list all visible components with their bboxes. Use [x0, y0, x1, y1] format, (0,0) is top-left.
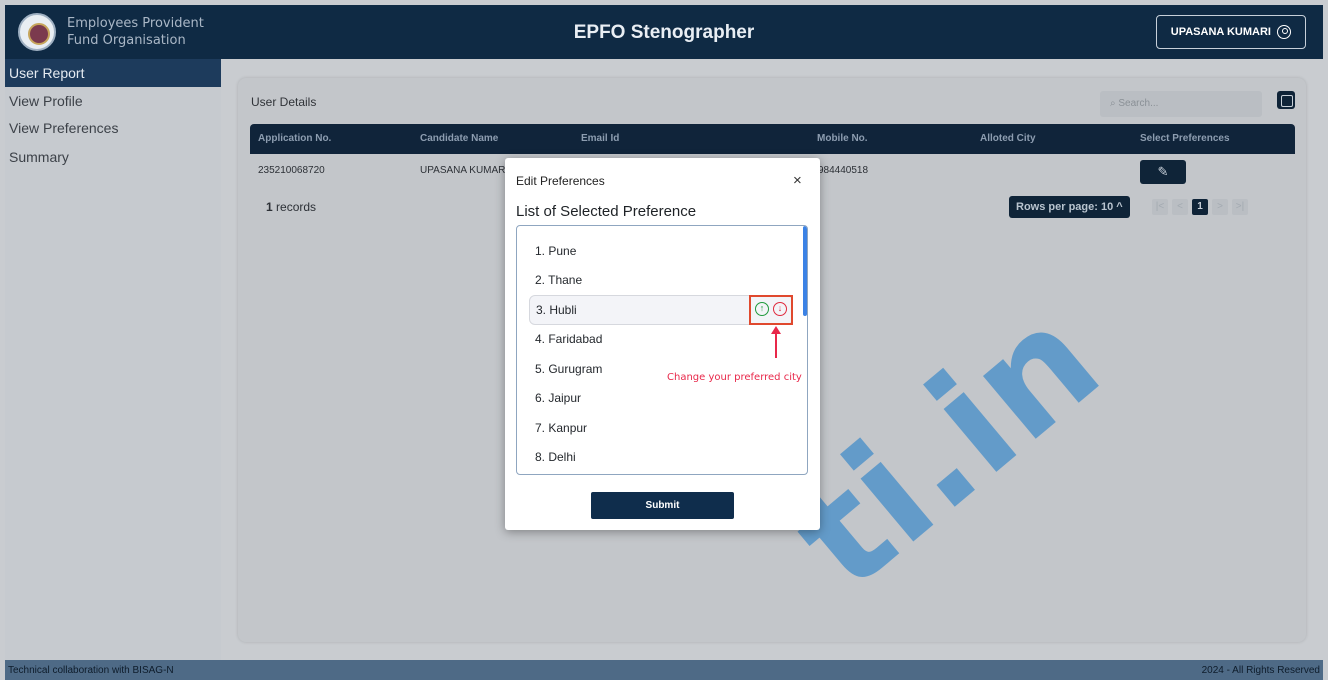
records-number: 1: [266, 200, 273, 214]
annotation-arrow-line: [775, 330, 777, 358]
close-icon[interactable]: ×: [793, 172, 802, 189]
footer: Technical collaboration with BISAG-N 202…: [5, 660, 1323, 680]
column-header[interactable]: Candidate Name: [420, 124, 498, 154]
list-item[interactable]: 2. Thane: [529, 265, 793, 295]
rows-per-page-label: Rows per page: 10: [1016, 201, 1114, 213]
rows-per-page-select[interactable]: Rows per page: 10 ^: [1009, 196, 1130, 218]
scrollbar[interactable]: [803, 226, 807, 316]
first-page-button[interactable]: |<: [1152, 199, 1168, 215]
search-icon: ⌕: [1110, 98, 1116, 109]
records-label: records: [276, 200, 317, 214]
pencil-icon: ✎: [1157, 164, 1169, 179]
preference-list[interactable]: 1. Pune 2. Thane 3. Hubli 4. Faridabad 5…: [516, 225, 808, 475]
column-header[interactable]: Application No.: [258, 124, 331, 154]
prev-page-button[interactable]: <: [1172, 199, 1188, 215]
edit-preferences-dialog: Edit Preferences × List of Selected Pref…: [505, 158, 820, 530]
search-placeholder: Search...: [1118, 98, 1159, 109]
records-count: 1 records: [266, 200, 316, 214]
table-header: Application No. Candidate Name Email Id …: [250, 124, 1295, 154]
sidebar: User Report View Profile View Preference…: [5, 59, 221, 660]
list-item[interactable]: 6. Jaipur: [529, 383, 793, 413]
chevron-up-icon: ^: [1116, 201, 1123, 213]
list-item[interactable]: 1. Pune: [529, 236, 793, 266]
user-circle-icon: [1277, 25, 1291, 39]
list-item[interactable]: 7. Kanpur: [529, 413, 793, 443]
sidebar-item-view-preferences[interactable]: View Preferences: [5, 114, 221, 142]
dialog-title: Edit Preferences: [516, 174, 605, 188]
edit-preferences-button[interactable]: ✎: [1140, 160, 1186, 184]
annotation-text: Change your preferred city: [667, 372, 802, 383]
column-header[interactable]: Mobile No.: [817, 124, 868, 154]
current-page[interactable]: 1: [1192, 199, 1208, 215]
column-toggle-button[interactable]: [1277, 91, 1295, 109]
next-page-button[interactable]: >: [1212, 199, 1228, 215]
cell-mobile-no: 984440518: [818, 165, 869, 176]
footer-copyright: 2024 - All Rights Reserved: [1201, 665, 1320, 676]
cell-candidate-name: UPASANA KUMAR: [420, 165, 506, 176]
list-heading: List of Selected Preference: [516, 203, 697, 220]
last-page-button[interactable]: >|: [1232, 199, 1248, 215]
cell-application-no: 235210068720: [258, 165, 325, 176]
sidebar-item-summary[interactable]: Summary: [5, 143, 221, 171]
column-header[interactable]: Email Id: [581, 124, 619, 154]
app-title: EPFO Stenographer: [573, 22, 755, 43]
card-title: User Details: [251, 95, 317, 109]
sidebar-item-view-profile[interactable]: View Profile: [5, 87, 221, 115]
arrow-down-circle-icon[interactable]: ↓: [773, 302, 787, 316]
list-item[interactable]: 8. Delhi: [529, 442, 793, 472]
column-header[interactable]: Select Preferences: [1140, 124, 1230, 154]
search-input[interactable]: ⌕ Search...: [1100, 91, 1262, 117]
user-menu-button[interactable]: UPASANA KUMARI: [1155, 15, 1306, 49]
list-item[interactable]: 4. Faridabad: [529, 324, 793, 354]
arrow-up-circle-icon[interactable]: ↑: [755, 302, 769, 316]
app-header: Employees Provident Fund Organisation EP…: [5, 5, 1323, 59]
column-header[interactable]: Alloted City: [980, 124, 1036, 154]
footer-credit: Technical collaboration with BISAG-N: [8, 665, 174, 676]
pagination: |< < 1 > >|: [1152, 199, 1248, 215]
submit-button[interactable]: Submit: [591, 492, 734, 519]
user-name: UPASANA KUMARI: [1170, 26, 1271, 38]
sidebar-item-user-report[interactable]: User Report: [5, 59, 221, 87]
